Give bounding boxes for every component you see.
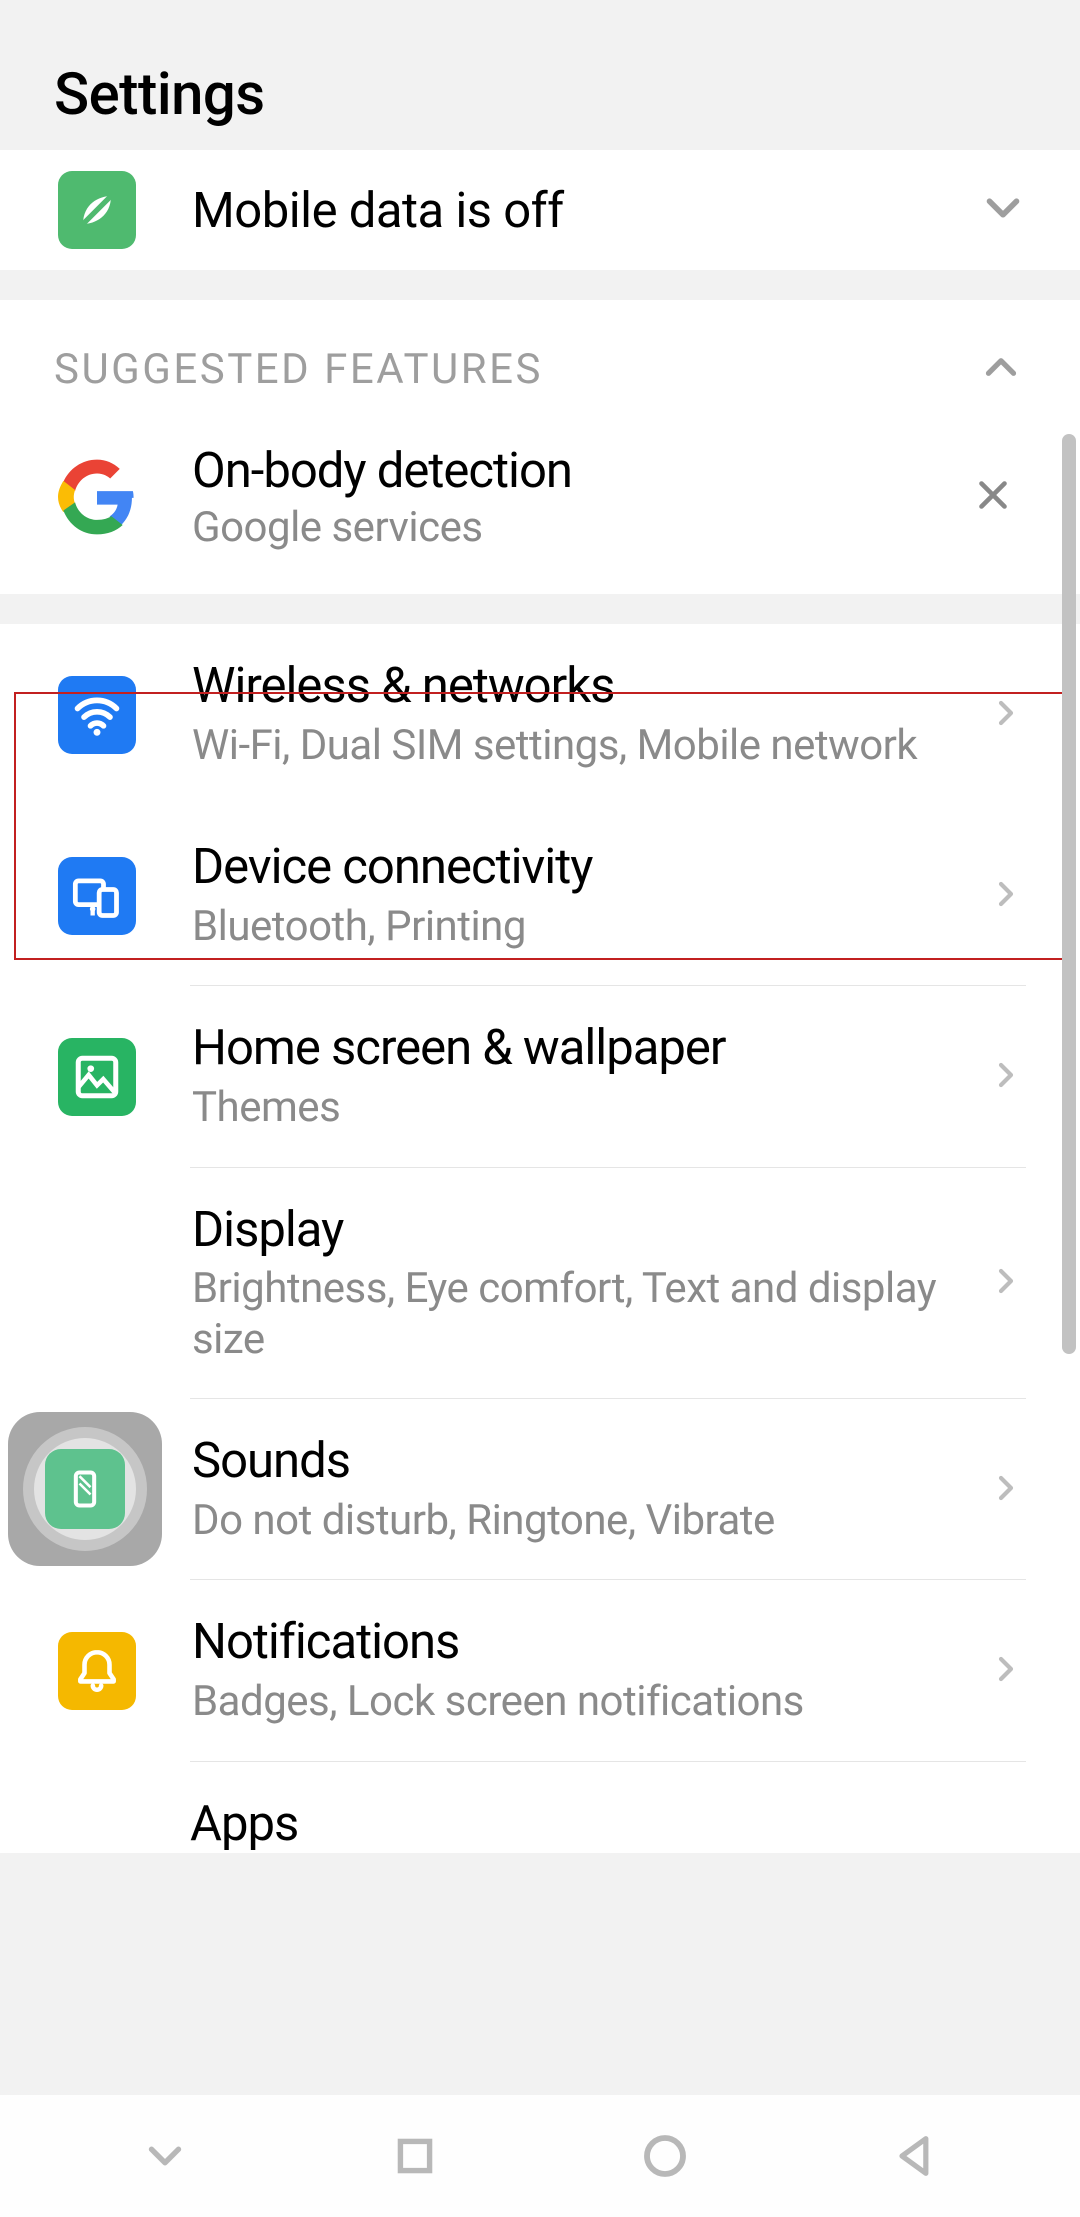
row-sounds-sub: Do not disturb, Ringtone, Vibrate bbox=[192, 1496, 970, 1546]
row-sounds-title: Sounds bbox=[192, 1433, 970, 1490]
floating-assistive-button[interactable] bbox=[8, 1412, 162, 1566]
chevron-right-icon bbox=[986, 1261, 1026, 1305]
leaf-slash-icon bbox=[58, 171, 136, 249]
nav-bar bbox=[0, 2095, 1080, 2217]
row-home-text: Home screen & wallpaper Themes bbox=[192, 1020, 986, 1133]
page-title: Settings bbox=[54, 61, 265, 129]
header: Settings bbox=[0, 0, 1080, 150]
row-apps[interactable]: Apps bbox=[0, 1762, 1080, 1853]
suggested-item-sub: Google services bbox=[192, 503, 960, 552]
google-icon bbox=[58, 458, 136, 536]
mobile-data-banner[interactable]: Mobile data is off bbox=[0, 150, 1080, 270]
phone-icon bbox=[45, 1449, 125, 1529]
chevron-right-icon bbox=[986, 874, 1026, 918]
chevron-right-icon bbox=[986, 693, 1026, 737]
nav-recents-icon[interactable] bbox=[380, 2121, 450, 2191]
row-home-wallpaper[interactable]: Home screen & wallpaper Themes bbox=[0, 986, 1080, 1167]
devices-icon bbox=[58, 857, 136, 935]
suggested-features-label: SUGGESTED FEATURES bbox=[54, 345, 543, 394]
suggested-item-onbody[interactable]: On-body detection Google services bbox=[0, 426, 1080, 594]
row-apps-title: Apps bbox=[190, 1796, 1026, 1853]
row-wireless-sub: Wi-Fi, Dual SIM settings, Mobile network bbox=[192, 721, 970, 771]
suggested-item-title: On-body detection bbox=[192, 442, 960, 499]
row-device-sub: Bluetooth, Printing bbox=[192, 902, 970, 952]
mobile-data-text: Mobile data is off bbox=[192, 182, 976, 239]
nav-keyboard-down-icon[interactable] bbox=[130, 2121, 200, 2191]
chevron-down-icon[interactable] bbox=[976, 181, 1030, 239]
row-display-text: Display Brightness, Eye comfort, Text an… bbox=[192, 1202, 986, 1366]
row-wireless-networks[interactable]: Wireless & networks Wi-Fi, Dual SIM sett… bbox=[0, 624, 1080, 805]
wifi-icon bbox=[58, 676, 136, 754]
row-display-title: Display bbox=[192, 1202, 970, 1259]
row-home-sub: Themes bbox=[192, 1083, 970, 1133]
row-notifications-text: Notifications Badges, Lock screen notifi… bbox=[192, 1614, 986, 1727]
scroll-indicator[interactable] bbox=[1062, 434, 1076, 1354]
chevron-up-icon[interactable] bbox=[976, 342, 1026, 396]
row-notifications-title: Notifications bbox=[192, 1614, 970, 1671]
row-sounds[interactable]: Sounds Do not disturb, Ringtone, Vibrate bbox=[0, 1399, 1080, 1580]
row-notifications-sub: Badges, Lock screen notifications bbox=[192, 1677, 970, 1727]
bell-icon bbox=[58, 1632, 136, 1710]
divider-gap-2 bbox=[0, 594, 1080, 624]
divider-gap bbox=[0, 270, 1080, 300]
image-icon bbox=[58, 1038, 136, 1116]
row-divider bbox=[190, 1761, 1026, 1762]
row-device-title: Device connectivity bbox=[192, 839, 970, 896]
suggested-features-section: SUGGESTED FEATURES On-body detection Goo… bbox=[0, 300, 1080, 594]
nav-home-icon[interactable] bbox=[630, 2121, 700, 2191]
chevron-right-icon bbox=[986, 1468, 1026, 1512]
row-wireless-title: Wireless & networks bbox=[192, 658, 970, 715]
row-device-connectivity[interactable]: Device connectivity Bluetooth, Printing bbox=[0, 805, 1080, 986]
settings-list: Wireless & networks Wi-Fi, Dual SIM sett… bbox=[0, 624, 1080, 1853]
row-home-title: Home screen & wallpaper bbox=[192, 1020, 970, 1077]
suggested-item-text: On-body detection Google services bbox=[192, 442, 960, 552]
floating-ring-outer bbox=[23, 1427, 147, 1551]
row-sounds-text: Sounds Do not disturb, Ringtone, Vibrate bbox=[192, 1433, 986, 1546]
nav-back-icon[interactable] bbox=[880, 2121, 950, 2191]
row-display-sub: Brightness, Eye comfort, Text and displa… bbox=[192, 1264, 970, 1365]
row-device-text: Device connectivity Bluetooth, Printing bbox=[192, 839, 986, 952]
row-wireless-text: Wireless & networks Wi-Fi, Dual SIM sett… bbox=[192, 658, 986, 771]
chevron-right-icon bbox=[986, 1649, 1026, 1693]
row-display[interactable]: Display Brightness, Eye comfort, Text an… bbox=[0, 1168, 1080, 1400]
chevron-right-icon bbox=[986, 1055, 1026, 1099]
floating-ring-inner bbox=[34, 1438, 136, 1540]
row-notifications[interactable]: Notifications Badges, Lock screen notifi… bbox=[0, 1580, 1080, 1761]
close-icon[interactable] bbox=[960, 462, 1026, 532]
suggested-features-header[interactable]: SUGGESTED FEATURES bbox=[0, 300, 1080, 426]
